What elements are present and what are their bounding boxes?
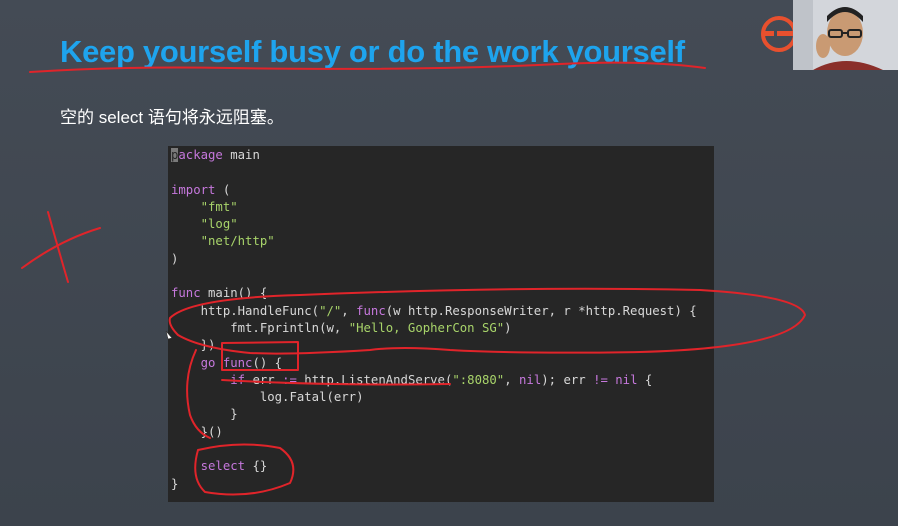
- code-content: package main import ( "fmt" "log" "net/ht…: [171, 147, 714, 493]
- code-token: nil: [519, 372, 542, 387]
- code-line: }: [171, 406, 714, 423]
- code-line: "net/http": [171, 233, 714, 250]
- code-token: ,: [341, 303, 357, 318]
- code-token: (: [215, 182, 231, 197]
- code-token: go: [200, 355, 216, 370]
- code-token: main: [222, 148, 260, 162]
- code-token: }: [171, 407, 238, 422]
- code-line: }): [171, 337, 714, 354]
- code-line: import (: [171, 182, 714, 199]
- code-token: }: [171, 476, 179, 491]
- code-token: () {: [252, 355, 283, 370]
- code-token: func: [356, 303, 386, 318]
- code-token: err: [245, 372, 283, 387]
- code-line: fmt.Fprintln(w, "Hello, GopherCon SG"): [171, 320, 714, 337]
- annotation-x-mark-stroke-1: [21, 227, 101, 269]
- code-token: "fmt": [200, 199, 238, 214]
- annotation-x-mark-stroke-2: [47, 211, 69, 283]
- code-token: ackage: [178, 148, 223, 162]
- code-line: func main() {: [171, 285, 714, 302]
- code-token: func: [171, 286, 201, 301]
- code-token: {}: [245, 459, 268, 474]
- code-token: import: [171, 182, 216, 197]
- code-line: log.Fatal(err): [171, 389, 714, 406]
- code-line: }: [171, 476, 714, 493]
- code-token: nil: [615, 372, 638, 387]
- presenter-video-frame: [793, 0, 898, 70]
- code-line: "log": [171, 216, 714, 233]
- code-token: :=: [282, 372, 297, 387]
- code-token: ): [504, 320, 512, 335]
- code-token: ":8080": [452, 372, 505, 387]
- code-token: http.HandleFunc(: [171, 303, 320, 318]
- code-token: fmt.Fprintln(w,: [171, 320, 349, 335]
- code-token: }): [171, 338, 216, 353]
- code-line: if err := http.ListenAndServe(":8080", n…: [171, 372, 714, 389]
- code-token: ,: [504, 372, 520, 387]
- code-token: http.ListenAndServe(: [296, 372, 453, 387]
- code-line: "fmt": [171, 199, 714, 216]
- code-token: "log": [200, 217, 238, 232]
- code-token: {: [637, 372, 653, 387]
- code-line: go func() {: [171, 355, 714, 372]
- presenter-webcam: [793, 0, 898, 70]
- code-line: ): [171, 251, 714, 268]
- code-line: package main: [171, 147, 714, 164]
- code-line: http.HandleFunc("/", func(w http.Respons…: [171, 303, 714, 320]
- code-token: "Hello, GopherCon SG": [348, 320, 505, 335]
- code-token: !=: [593, 372, 608, 387]
- code-token: }(): [171, 424, 223, 439]
- slide-title: Keep yourself busy or do the work yourse…: [60, 34, 685, 69]
- code-token: func: [222, 355, 253, 370]
- code-token: select: [200, 459, 246, 474]
- code-token: ): [171, 251, 179, 266]
- slide-subtitle: 空的 select 语句将永远阻塞。: [60, 108, 284, 127]
- code-token: "/": [319, 303, 342, 318]
- code-token: log.Fatal(err): [171, 390, 364, 405]
- code-line: }(): [171, 424, 714, 441]
- code-token: "net/http": [200, 234, 275, 249]
- code-block: package main import ( "fmt" "log" "net/ht…: [168, 146, 714, 502]
- code-token: main() {: [200, 286, 268, 301]
- code-line: select {}: [171, 458, 714, 475]
- code-token: (w http.ResponseWriter, r *http.Request)…: [385, 303, 697, 318]
- code-token: ); err: [541, 372, 594, 387]
- slide: Keep yourself busy or do the work yourse…: [0, 0, 898, 526]
- code-token: if: [230, 372, 246, 387]
